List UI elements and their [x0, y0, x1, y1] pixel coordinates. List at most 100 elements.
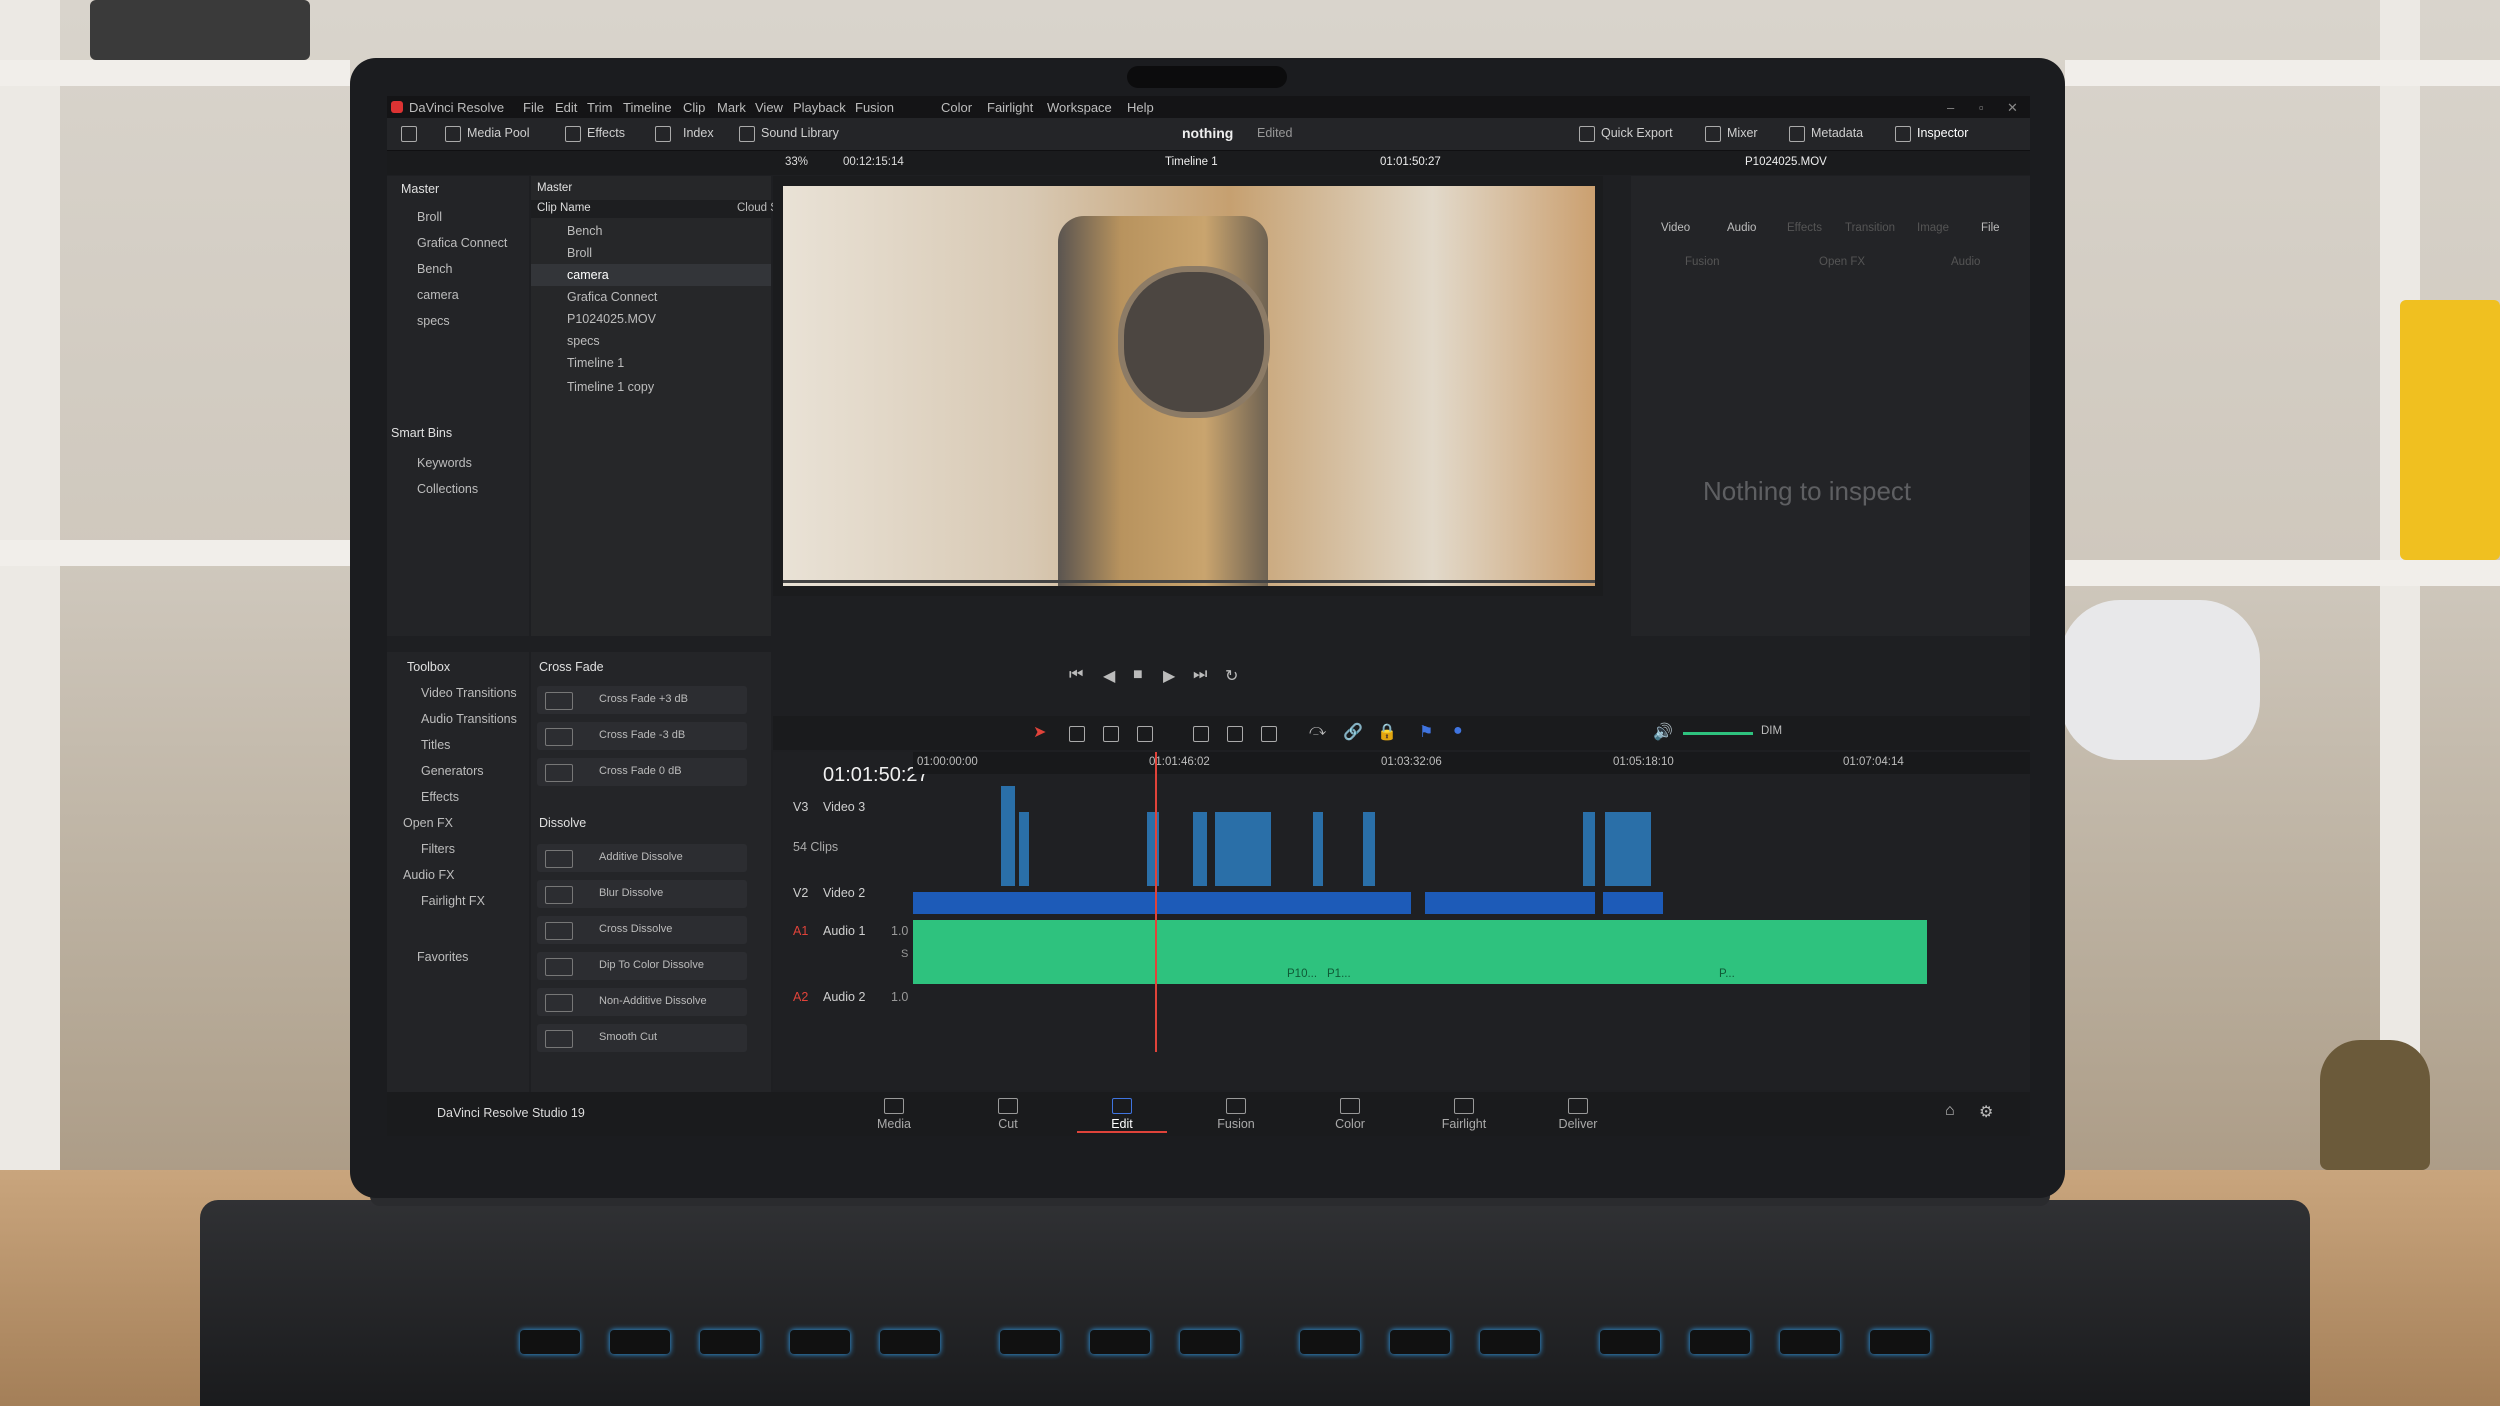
home-icon[interactable]: ⌂ [1945, 1102, 1955, 1120]
effects-button[interactable]: Effects [587, 126, 625, 140]
pool-folder[interactable]: camera [567, 268, 609, 282]
column-cloud[interactable]: Cloud S [737, 202, 778, 214]
inspector-subtab-audio[interactable]: Audio [1951, 256, 1980, 268]
timeline-clip[interactable] [1147, 812, 1159, 886]
sound-library-button[interactable]: Sound Library [761, 126, 839, 140]
timeline-clip[interactable] [1583, 812, 1595, 886]
timeline-clip[interactable] [1605, 812, 1651, 886]
track-a2-id[interactable]: A2 [793, 990, 808, 1004]
quick-export-button[interactable]: Quick Export [1601, 126, 1673, 140]
menu-color[interactable]: Color [941, 100, 972, 115]
timeline-clip[interactable] [1019, 812, 1029, 886]
timeline-ruler[interactable]: 01:00:00:00 01:01:46:02 01:03:32:06 01:0… [913, 752, 2030, 774]
gear-icon[interactable]: ⚙ [1979, 1102, 1993, 1122]
inspector-tab-file[interactable]: File [1981, 222, 2000, 234]
close-icon[interactable]: ✕ [2007, 100, 2018, 116]
favorites[interactable]: Favorites [417, 950, 468, 964]
effect-item[interactable]: Additive Dissolve [537, 844, 747, 872]
insert-clip-icon[interactable] [1193, 726, 1209, 742]
toolbox-video-transitions[interactable]: Video Transitions [421, 686, 517, 700]
solo-button[interactable]: S [901, 948, 908, 960]
effects-icon[interactable] [565, 126, 581, 142]
timeline-clip[interactable] [1603, 892, 1663, 914]
minimize-icon[interactable]: – [1947, 100, 1954, 115]
smart-bin-collections[interactable]: Collections [417, 482, 478, 496]
mixer-icon[interactable] [1705, 126, 1721, 142]
overwrite-clip-icon[interactable] [1227, 726, 1243, 742]
cross-fade-header[interactable]: Cross Fade [539, 660, 604, 674]
selection-tool-icon[interactable]: ➤ [1033, 722, 1046, 742]
menu-fairlight[interactable]: Fairlight [987, 100, 1033, 115]
audio-fx-group[interactable]: Audio FX [403, 868, 454, 882]
menu-view[interactable]: View [755, 100, 783, 115]
effect-item[interactable]: Cross Fade +3 dB [537, 686, 747, 714]
effect-item[interactable]: Cross Fade 0 dB [537, 758, 747, 786]
page-fairlight[interactable]: Fairlight [1419, 1098, 1509, 1131]
pool-folder[interactable]: specs [567, 334, 600, 348]
metadata-icon[interactable] [1789, 126, 1805, 142]
menu-file[interactable]: File [523, 100, 544, 115]
effect-item[interactable]: Smooth Cut [537, 1024, 747, 1052]
menu-playback[interactable]: Playback [793, 100, 846, 115]
bin-master[interactable]: Master [401, 182, 439, 196]
media-pool-icon[interactable] [445, 126, 461, 142]
menu-workspace[interactable]: Workspace [1047, 100, 1112, 115]
timeline-selector[interactable]: Timeline 1 [1165, 156, 1218, 168]
pool-clip[interactable]: P1024025.MOV [567, 312, 656, 326]
stop-icon[interactable]: ■ [1133, 666, 1143, 684]
open-fx-filters[interactable]: Filters [421, 842, 455, 856]
scrubber[interactable] [783, 580, 1595, 583]
inspector-tab-image[interactable]: Image [1917, 222, 1949, 234]
timeline-clip[interactable] [1001, 786, 1015, 886]
page-cut[interactable]: Cut [963, 1098, 1053, 1131]
play-icon[interactable]: ▶ [1163, 666, 1175, 686]
play-reverse-icon[interactable]: ◀ [1103, 666, 1115, 686]
bin-item[interactable]: Grafica Connect [417, 236, 507, 250]
bin-item[interactable]: camera [417, 288, 459, 302]
audio-clip-a1[interactable]: P10... P1... P... [913, 920, 1927, 984]
index-icon[interactable] [655, 126, 671, 142]
volume-icon[interactable]: 🔊 [1653, 722, 1673, 742]
volume-slider[interactable] [1683, 732, 1753, 735]
maximize-icon[interactable]: ▫ [1979, 100, 1984, 115]
timeline-clip[interactable] [1425, 892, 1595, 914]
inspector-tab-video[interactable]: Video [1661, 222, 1690, 234]
timeline-clip[interactable] [1215, 812, 1271, 886]
link-icon[interactable]: 🔗 [1343, 722, 1363, 742]
menu-clip[interactable]: Clip [683, 100, 705, 115]
inspector-subtab-fusion[interactable]: Fusion [1685, 256, 1720, 268]
layout-icon[interactable] [401, 126, 417, 142]
trim-tool-icon[interactable] [1069, 726, 1085, 742]
dynamic-trim-icon[interactable] [1103, 726, 1119, 742]
go-to-end-icon[interactable]: ⏭ [1193, 666, 1207, 684]
pool-timeline[interactable]: Timeline 1 copy [567, 380, 654, 394]
toolbox-effects[interactable]: Effects [421, 790, 459, 804]
inspector-tab-transition[interactable]: Transition [1845, 222, 1895, 234]
playhead[interactable] [1155, 752, 1157, 1052]
quick-export-icon[interactable] [1579, 126, 1595, 142]
replace-clip-icon[interactable] [1261, 726, 1277, 742]
page-media[interactable]: Media [849, 1098, 939, 1131]
zoom-level[interactable]: 33% [785, 156, 808, 168]
toolbox-title[interactable]: Toolbox [407, 660, 450, 674]
timeline-clip[interactable] [1313, 812, 1323, 886]
snapping-icon[interactable]: ⤼ [1309, 722, 1326, 740]
open-fx-group[interactable]: Open FX [403, 816, 453, 830]
go-to-start-icon[interactable]: ⏮ [1069, 666, 1083, 684]
menu-trim[interactable]: Trim [587, 100, 613, 115]
timeline-clip[interactable] [1363, 812, 1375, 886]
pool-folder[interactable]: Bench [567, 224, 602, 238]
lock-icon[interactable]: 🔒 [1377, 722, 1397, 742]
dissolve-header[interactable]: Dissolve [539, 816, 586, 830]
sound-library-icon[interactable] [739, 126, 755, 142]
loop-icon[interactable]: ↻ [1225, 666, 1238, 686]
menu-fusion[interactable]: Fusion [855, 100, 894, 115]
effect-item[interactable]: Blur Dissolve [537, 880, 747, 908]
effect-item[interactable]: Cross Fade -3 dB [537, 722, 747, 750]
column-clip-name[interactable]: Clip Name [537, 202, 591, 214]
page-color[interactable]: Color [1305, 1098, 1395, 1131]
blade-tool-icon[interactable] [1137, 726, 1153, 742]
page-edit[interactable]: Edit [1077, 1098, 1167, 1133]
inspector-icon[interactable] [1895, 126, 1911, 142]
smart-bin-keywords[interactable]: Keywords [417, 456, 472, 470]
